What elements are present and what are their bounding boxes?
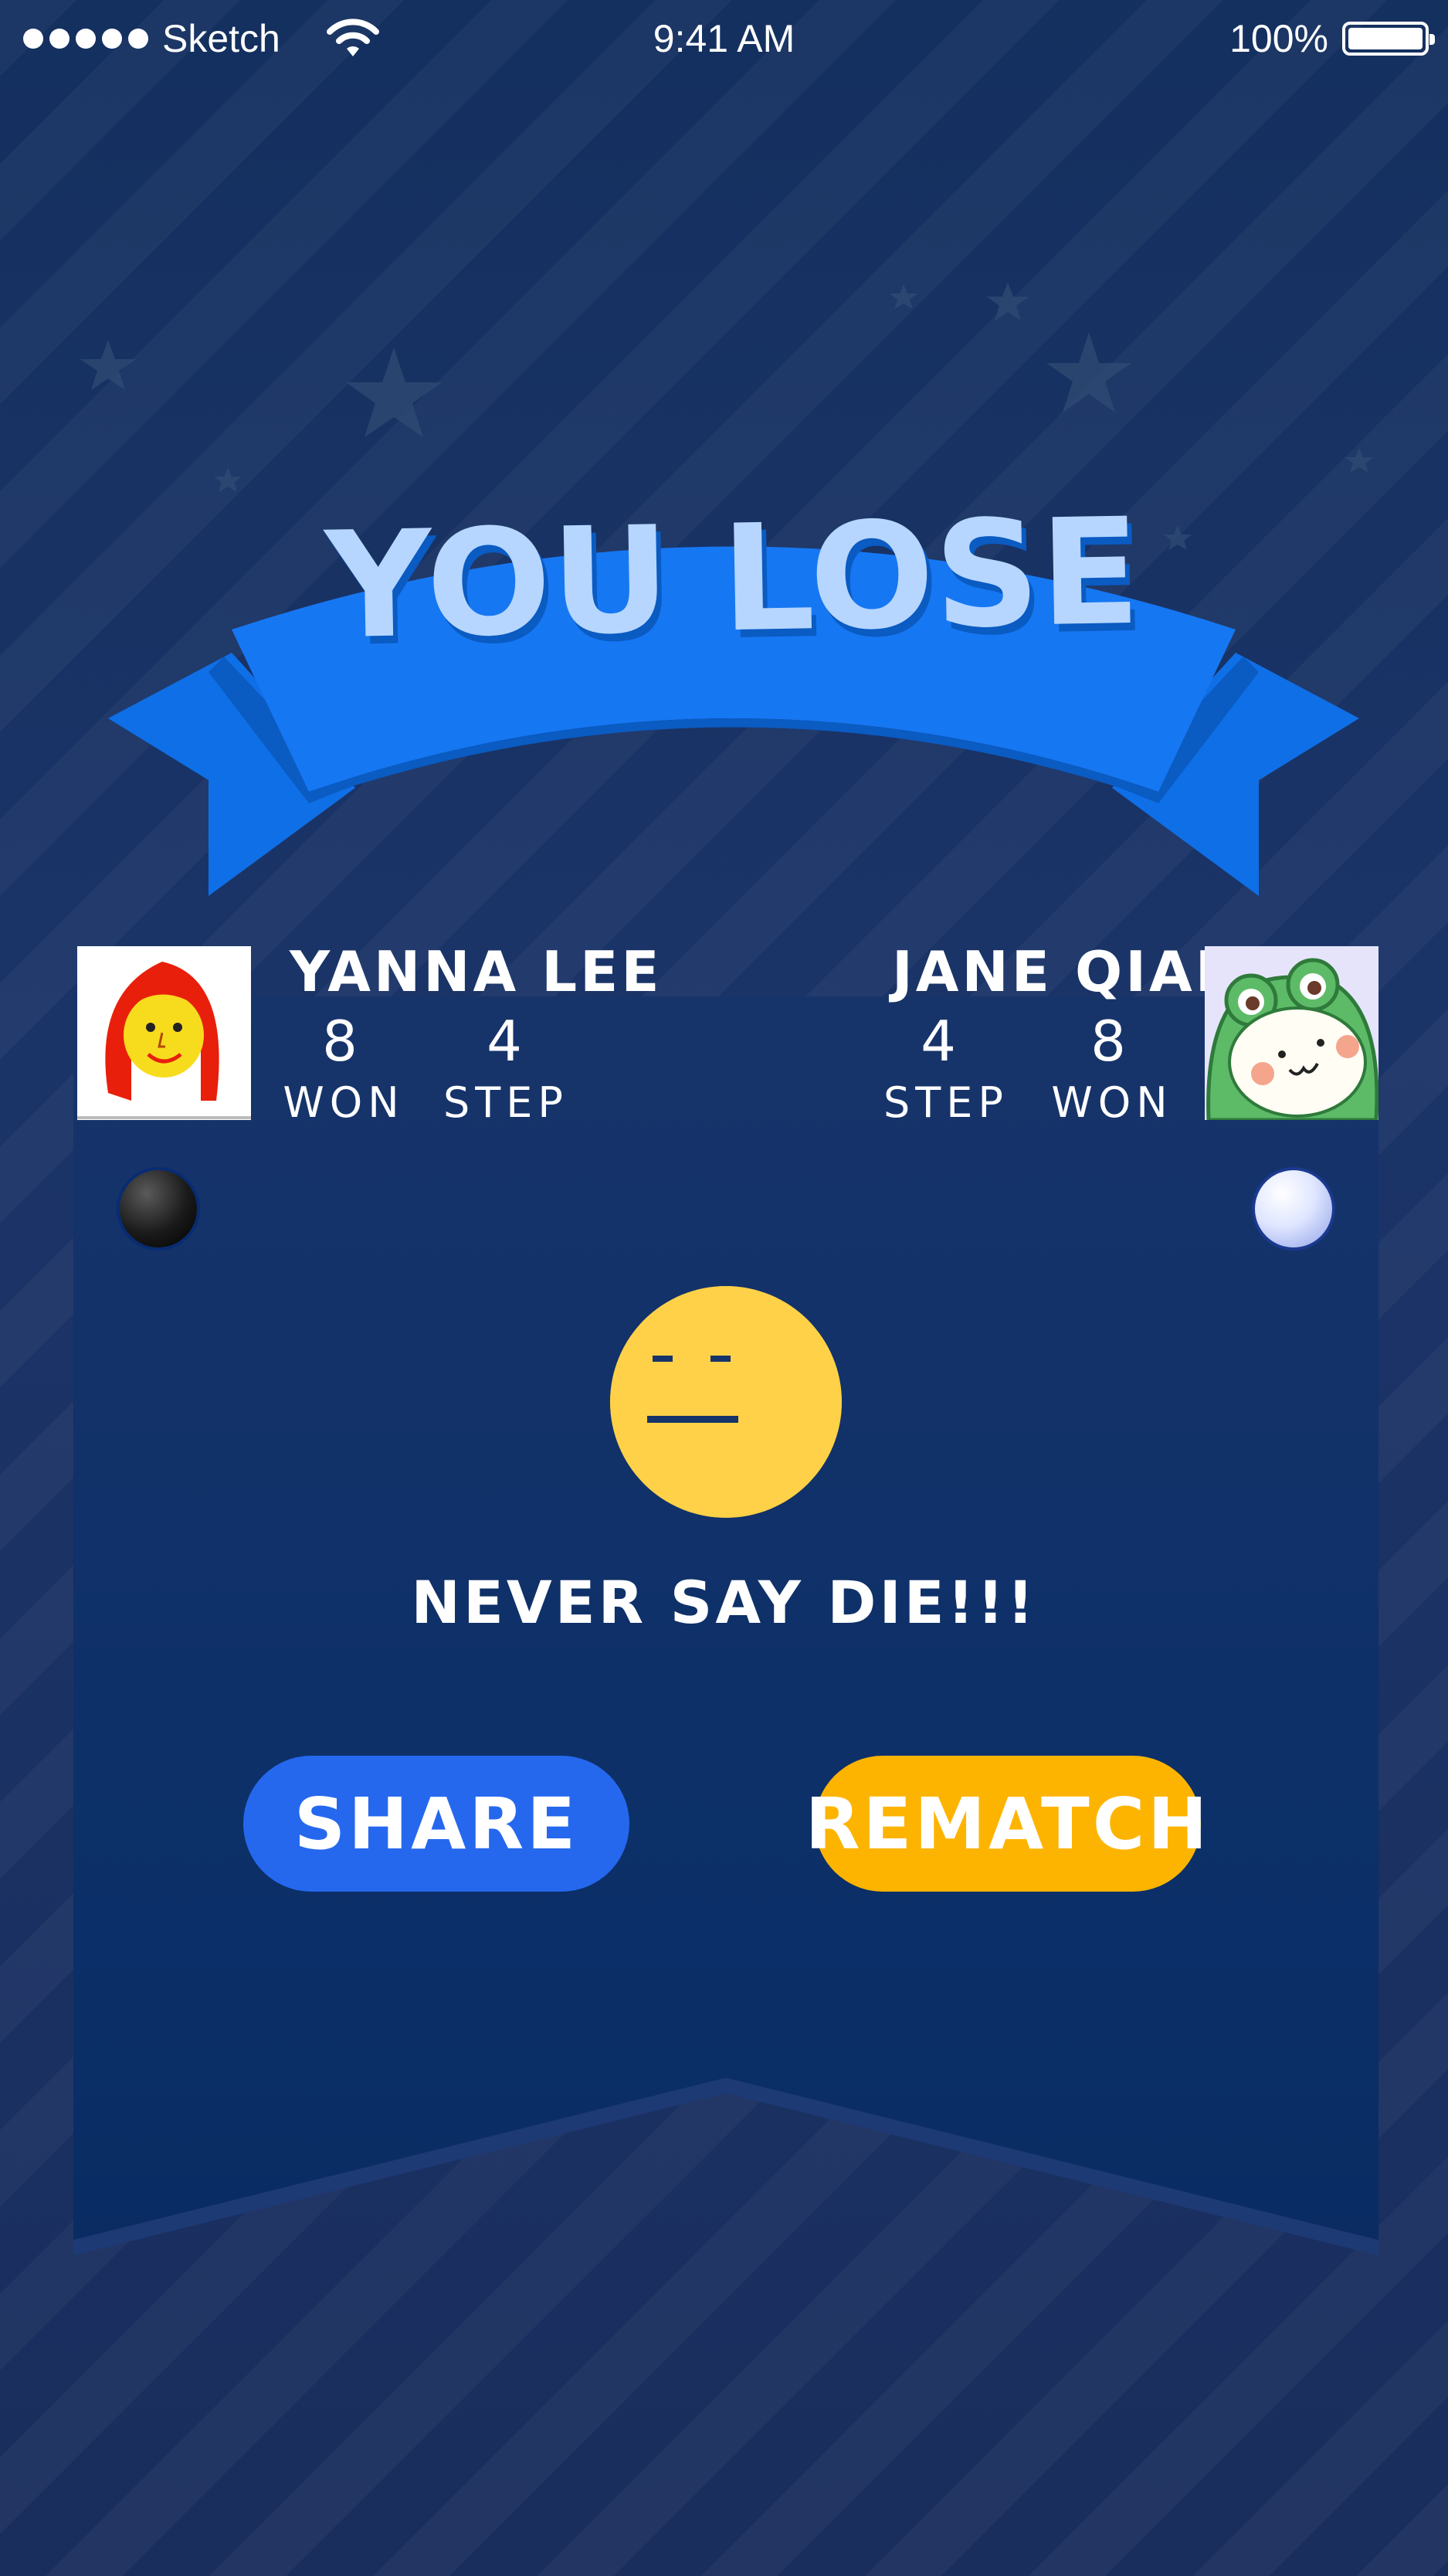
battery-icon	[1342, 22, 1435, 56]
star-icon	[80, 340, 136, 390]
you-lose-banner: YOU LOSE YOU LOSE	[108, 487, 1359, 896]
share-button[interactable]: SHARE	[243, 1756, 629, 1892]
black-stone-icon	[120, 1170, 197, 1247]
left-won-value: 8	[322, 1009, 358, 1074]
left-step-value: 4	[487, 1009, 522, 1074]
left-step-label: STEP	[443, 1078, 568, 1127]
white-stone-icon	[1255, 1170, 1332, 1247]
result-message: NEVER SAY DIE!!!	[411, 1568, 1037, 1637]
frog-hood-avatar	[1205, 946, 1378, 1120]
star-icon	[1046, 332, 1131, 412]
right-won-value: 8	[1090, 1009, 1126, 1074]
battery-percent: 100%	[1229, 17, 1328, 60]
neutral-face-icon	[610, 1286, 842, 1518]
rematch-button[interactable]: REMATCH	[805, 1756, 1207, 1892]
red-hair-girl-avatar	[77, 946, 251, 1120]
left-player-name: YANNA LEE	[290, 939, 663, 1004]
right-player-avatar[interactable]	[1205, 946, 1378, 1120]
star-icon	[987, 282, 1029, 321]
left-player-avatar[interactable]	[77, 946, 251, 1120]
banner-title: YOU LOSE	[322, 487, 1141, 671]
star-icon	[890, 284, 917, 309]
left-won-label: WON	[283, 1078, 405, 1127]
star-icon	[346, 348, 442, 437]
right-step-label: STEP	[883, 1078, 1009, 1127]
right-step-value: 4	[921, 1009, 956, 1074]
right-won-label: WON	[1051, 1078, 1173, 1127]
status-bar-right: 100%	[1229, 15, 1435, 62]
right-player-name: JANE QIAN	[892, 939, 1245, 1004]
